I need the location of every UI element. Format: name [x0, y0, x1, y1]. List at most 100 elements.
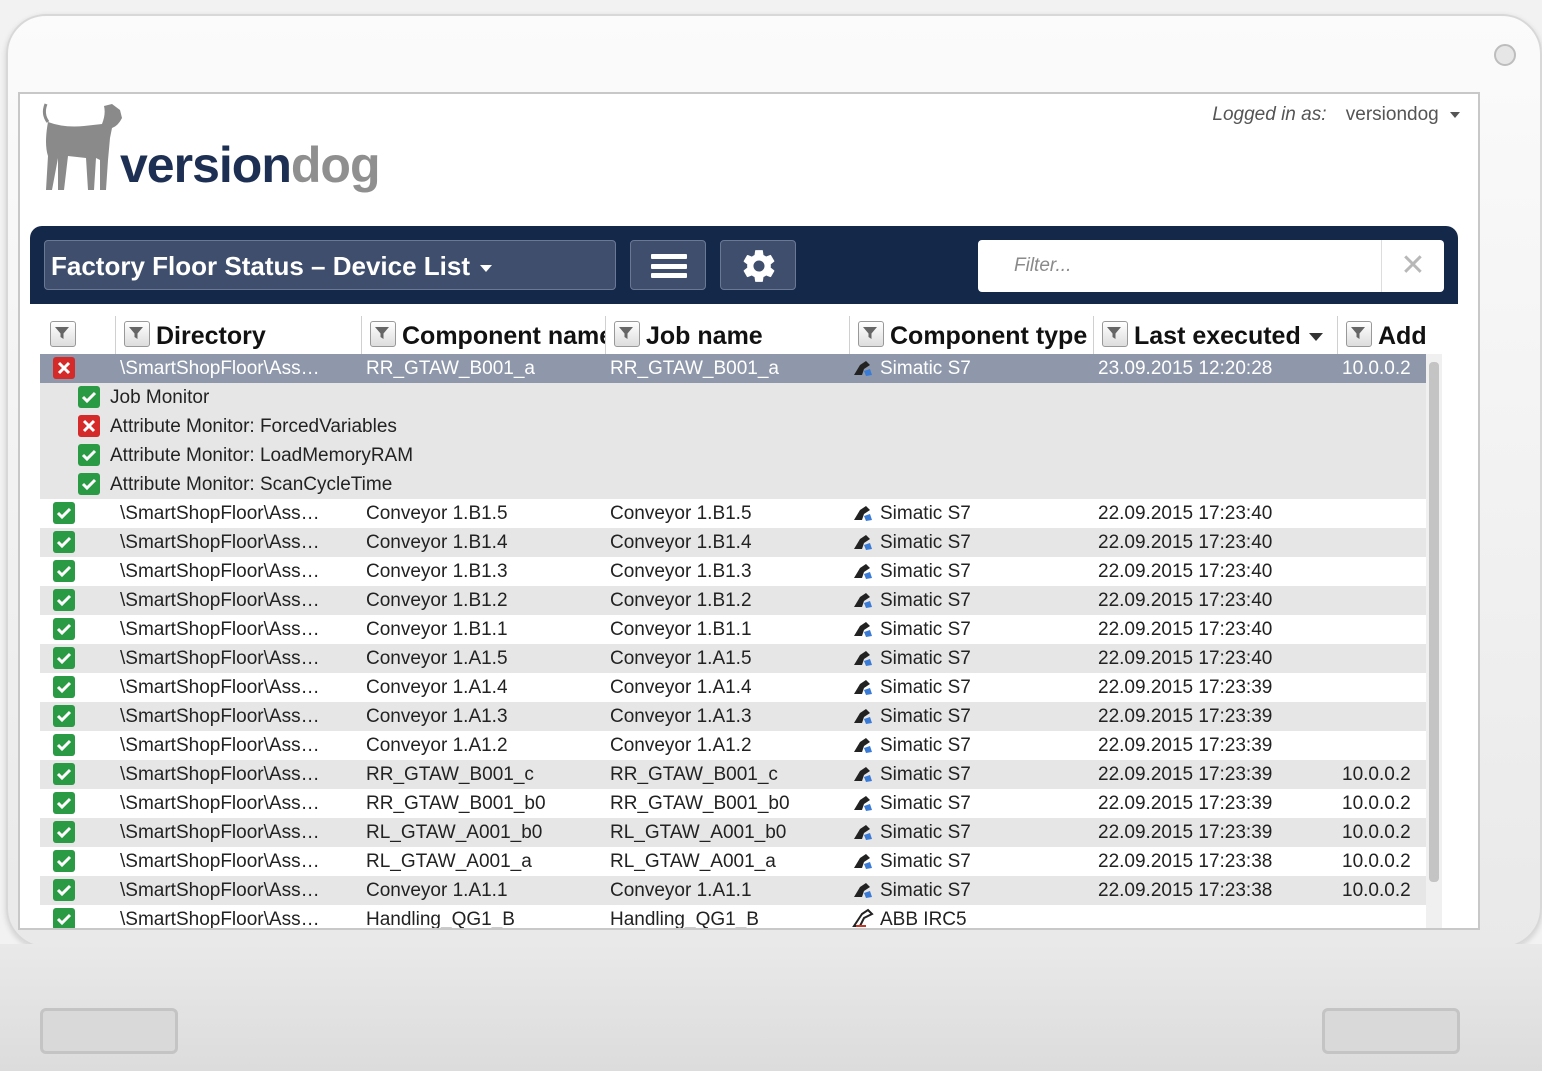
cell-component-type: Simatic S7	[852, 789, 1088, 818]
device-table: Directory Component name Job name Compon…	[40, 316, 1442, 928]
settings-button[interactable]	[720, 240, 796, 290]
cell-directory: \SmartShopFloor\Ass…	[120, 909, 320, 928]
ok-status-icon	[53, 589, 75, 611]
filter-icon[interactable]	[1346, 321, 1372, 348]
table-row[interactable]: \SmartShopFloor\Ass… Conveyor 1.A1.1 Conve…	[40, 876, 1426, 905]
user-menu[interactable]: Logged in as: versiondog	[1212, 104, 1460, 126]
vertical-scrollbar[interactable]	[1426, 354, 1442, 928]
view-selector-button[interactable]: Factory Floor Status – Device List	[44, 240, 616, 290]
monitor-label: Attribute Monitor: ScanCycleTime	[110, 474, 393, 495]
table-row[interactable]: \SmartShopFloor\Ass… Conveyor 1.B1.2 Conve…	[40, 586, 1426, 615]
cell-address	[1342, 673, 1426, 702]
cell-component-type: Simatic S7	[852, 731, 1088, 760]
cell-component-type: Simatic S7	[852, 586, 1088, 615]
table-row[interactable]: \SmartShopFloor\Ass… Conveyor 1.B1.5 Conve…	[40, 499, 1426, 528]
cell-directory: \SmartShopFloor\Ass…	[120, 503, 320, 524]
cell-component-type: Simatic S7	[852, 615, 1088, 644]
simatic-icon	[854, 708, 872, 724]
cell-job-name: RR_GTAW_B001_a	[610, 358, 779, 379]
table-header: Directory Component name Job name Compon…	[40, 316, 1442, 355]
menu-button[interactable]	[630, 240, 706, 290]
cell-address	[1342, 528, 1426, 557]
filter-icon[interactable]	[124, 321, 150, 348]
gear-icon	[743, 250, 775, 282]
cell-component-name: RR_GTAW_B001_b0	[366, 793, 546, 814]
cell-job-name: Conveyor 1.A1.2	[610, 735, 752, 756]
column-header-job-name[interactable]: Job name	[606, 316, 850, 354]
cell-last-executed: 22.09.2015 17:23:40	[1098, 503, 1273, 524]
cell-directory: \SmartShopFloor\Ass…	[120, 561, 320, 582]
table-row[interactable]: \SmartShopFloor\Ass… Conveyor 1.A1.4 Conve…	[40, 673, 1426, 702]
error-status-icon	[78, 415, 100, 437]
filter-input[interactable]	[978, 240, 1378, 292]
filter-icon[interactable]	[370, 321, 396, 348]
filter-icon[interactable]	[858, 321, 884, 348]
cell-directory: \SmartShopFloor\Ass…	[120, 619, 320, 640]
component-type-label: Simatic S7	[880, 793, 971, 814]
monitor-item: Job Monitor	[40, 383, 1426, 412]
column-header-directory[interactable]: Directory	[116, 316, 362, 354]
table-row[interactable]: \SmartShopFloor\Ass… Conveyor 1.B1.3 Conve…	[40, 557, 1426, 586]
ok-status-icon	[53, 647, 75, 669]
cell-component-type: Simatic S7	[852, 354, 1088, 383]
cell-job-name: RR_GTAW_B001_b0	[610, 793, 790, 814]
table-body: \SmartShopFloor\Ass… RR_GTAW_B001_a RR_G…	[40, 354, 1426, 928]
cell-job-name: Conveyor 1.B1.2	[610, 590, 752, 611]
cell-job-name: Conveyor 1.A1.1	[610, 880, 752, 901]
cell-directory: \SmartShopFloor\Ass…	[120, 677, 320, 698]
view-title: Factory Floor Status – Device List	[51, 251, 471, 281]
simatic-icon	[854, 795, 872, 811]
login-username: versiondog	[1345, 104, 1439, 125]
cell-job-name: RL_GTAW_A001_a	[610, 851, 776, 872]
cell-directory: \SmartShopFloor\Ass…	[120, 532, 320, 553]
column-header-last-executed[interactable]: Last executed	[1094, 316, 1338, 354]
cell-component-type: Simatic S7	[852, 557, 1088, 586]
filter-icon[interactable]	[614, 321, 640, 348]
cell-last-executed: 22.09.2015 17:23:38	[1098, 851, 1273, 872]
cell-last-executed: 22.09.2015 17:23:38	[1098, 880, 1273, 901]
table-row[interactable]: \SmartShopFloor\Ass… Conveyor 1.A1.2 Conve…	[40, 731, 1426, 760]
cell-component-name: RL_GTAW_A001_b0	[366, 822, 543, 843]
column-header-status[interactable]	[40, 316, 116, 354]
cell-address	[1342, 731, 1426, 760]
clear-filter-button[interactable]: ✕	[1381, 240, 1444, 292]
table-row[interactable]: \SmartShopFloor\Ass… RL_GTAW_A001_a RL_GTA…	[40, 847, 1426, 876]
cell-address	[1342, 557, 1426, 586]
column-header-label: Last executed	[1134, 322, 1301, 350]
cell-component-name: Conveyor 1.A1.2	[366, 735, 508, 756]
table-row[interactable]: \SmartShopFloor\Ass… Handling_QG1_B Handli…	[40, 905, 1426, 928]
table-row[interactable]: \SmartShopFloor\Ass… RR_GTAW_B001_b0 RR_GT…	[40, 789, 1426, 818]
ok-status-icon	[53, 763, 75, 785]
filter-icon[interactable]	[50, 321, 76, 348]
cell-component-type: Simatic S7	[852, 644, 1088, 673]
chevron-down-icon	[1450, 111, 1460, 118]
monitor-item: Attribute Monitor: LoadMemoryRAM	[40, 441, 1426, 470]
cell-address: 10.0.0.2	[1342, 764, 1411, 785]
component-type-label: Simatic S7	[880, 706, 971, 727]
table-row[interactable]: \SmartShopFloor\Ass… RR_GTAW_B001_c RR_GTA…	[40, 760, 1426, 789]
cell-job-name: Conveyor 1.A1.5	[610, 648, 752, 669]
table-row-selected[interactable]: \SmartShopFloor\Ass… RR_GTAW_B001_a RR_G…	[40, 354, 1426, 383]
cell-component-name: Conveyor 1.B1.1	[366, 619, 508, 640]
table-row[interactable]: \SmartShopFloor\Ass… Conveyor 1.A1.5 Conve…	[40, 644, 1426, 673]
scrollbar-thumb[interactable]	[1429, 362, 1439, 882]
filter-icon[interactable]	[1102, 321, 1128, 348]
cell-directory: \SmartShopFloor\Ass…	[120, 358, 320, 379]
column-header-address[interactable]: Add	[1338, 316, 1442, 354]
sort-desc-icon	[1308, 333, 1323, 342]
cell-component-name: Conveyor 1.A1.5	[366, 648, 508, 669]
ok-status-icon	[53, 560, 75, 582]
table-row[interactable]: \SmartShopFloor\Ass… Conveyor 1.B1.4 Conve…	[40, 528, 1426, 557]
cell-last-executed: 22.09.2015 17:23:39	[1098, 735, 1273, 756]
table-row[interactable]: \SmartShopFloor\Ass… Conveyor 1.B1.1 Conve…	[40, 615, 1426, 644]
table-row[interactable]: \SmartShopFloor\Ass… Conveyor 1.A1.3 Conve…	[40, 702, 1426, 731]
column-header-component-name[interactable]: Component name	[362, 316, 606, 354]
cell-directory: \SmartShopFloor\Ass…	[120, 851, 320, 872]
cell-address	[1342, 586, 1426, 615]
simatic-icon	[854, 592, 872, 608]
column-header-component-type[interactable]: Component type	[850, 316, 1094, 354]
cell-component-type: Simatic S7	[852, 499, 1088, 528]
cell-directory: \SmartShopFloor\Ass…	[120, 764, 320, 785]
cell-job-name: Conveyor 1.A1.4	[610, 677, 752, 698]
table-row[interactable]: \SmartShopFloor\Ass… RL_GTAW_A001_b0 RL_GT…	[40, 818, 1426, 847]
